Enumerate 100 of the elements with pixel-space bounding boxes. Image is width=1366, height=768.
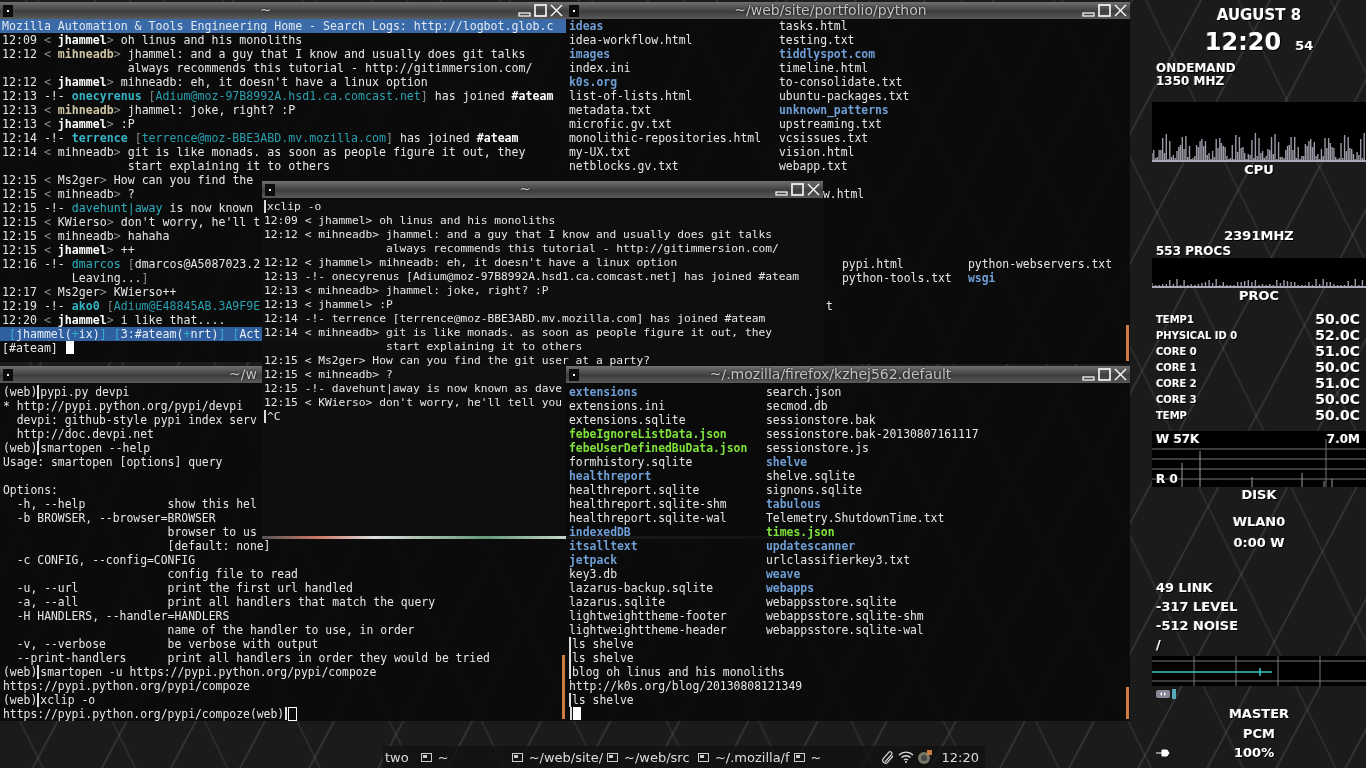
chat-line: 12:14 -!- terrence [terrence@moz-BBE3ABD.mv.mozilla.com] has joined #ateam xyxy=(2,131,519,145)
window-title: ~/w xyxy=(229,366,257,383)
terminal-line: -a, --all print all handlers that match the query xyxy=(15,595,436,609)
task-button[interactable]: ~ xyxy=(789,747,881,767)
file-name: extensions.sqlite xyxy=(569,413,686,427)
terminal-line: 12:15 < Ms2ger> How can you find the git user at a party? xyxy=(264,354,651,368)
maximize-button[interactable] xyxy=(534,4,547,17)
plug-icon xyxy=(1156,748,1170,757)
text-fragment: t xyxy=(826,299,833,313)
directory-name: jetpack xyxy=(569,553,617,567)
chat-line: 12:12 < mihneadb> jhammel: and a guy that I know and usually does git talks xyxy=(2,47,526,61)
window-title: ~/web/site/portfolio/python xyxy=(734,2,927,19)
terminal-line: 12:15 < KWierso> don't worry, he'll tell you xyxy=(264,396,562,410)
desktop-name: two xyxy=(384,749,410,765)
terminal-line: https://pypi.python.org/pypi/compoze xyxy=(3,679,250,693)
message-input[interactable]: [#ateam] xyxy=(2,341,74,355)
sensor-label: CORE 0 xyxy=(1156,345,1197,357)
directory-name: shelve xyxy=(766,455,808,469)
file-name: formhistory.sqlite xyxy=(569,455,693,469)
terminal-line: -c CONFIG, --config=CONFIG xyxy=(15,553,196,567)
disk-label: DISK xyxy=(1241,487,1277,502)
maximize-button[interactable] xyxy=(1098,368,1111,381)
terminal-line: http://doc.devpi.net xyxy=(15,427,154,441)
terminal-line: (web) xclip -o xyxy=(3,693,96,707)
scroll-indicator xyxy=(1126,687,1129,719)
terminal-line: 12:13 < mihneadb> jhammel: joke, right? :P xyxy=(264,284,549,298)
directory-name: unknown_patterns xyxy=(779,103,889,117)
file-name: index.ini xyxy=(569,61,631,75)
terminal-line: -b BROWSER, --browser=BROWSER xyxy=(15,511,216,525)
terminal-line: -H HANDLERS, --handler=HANDLERS xyxy=(15,609,230,623)
window-title: ~ xyxy=(519,181,531,198)
file-name: webappsstore.sqlite-wal xyxy=(766,623,924,637)
file-name: python-tools.txt xyxy=(842,271,952,285)
file-name: Telemetry.ShutdownTime.txt xyxy=(766,511,945,525)
maximize-button[interactable] xyxy=(791,183,804,196)
directory-name: ideas xyxy=(569,19,604,33)
file-name: vision.html xyxy=(779,145,855,159)
sensor-label: CORE 3 xyxy=(1156,393,1197,405)
chat-line: 12:14 < mihneadb> git is like monads. as soon as people figure it out, they xyxy=(2,145,526,159)
chat-line: 12:17 < Ms2ger> KWierso++ xyxy=(2,285,177,299)
window-title: ~/.mozilla/firefox/kzhej562.default xyxy=(709,366,952,383)
chat-line: 12:16 -!- dmarcos [dmarcos@A5087023.2 xyxy=(2,257,261,271)
terminal-line: 12:15 < mihneadb> ? xyxy=(264,368,393,382)
sensor-value: 50.0C xyxy=(1315,311,1360,327)
close-button[interactable] xyxy=(550,4,563,17)
cpu-label: CPU xyxy=(1244,162,1274,177)
file-name: healthreport.sqlite-wal xyxy=(569,511,727,525)
terminal-line: xclip -o xyxy=(264,200,322,214)
chat-line: 12:15 < jhammel> ++ xyxy=(2,243,135,257)
terminal-line: 12:09 < jhammel> oh linus and his monoliths xyxy=(264,214,556,228)
terminal-line: ^C xyxy=(264,410,281,424)
close-button[interactable] xyxy=(1114,4,1127,17)
terminal-line: -h, --help show this hel xyxy=(15,497,257,511)
window-icon xyxy=(607,752,619,762)
window-menu-button[interactable] xyxy=(569,4,579,17)
task-button[interactable]: ~ xyxy=(416,747,508,767)
file-name: search.json xyxy=(766,385,842,399)
window-menu-button[interactable] xyxy=(265,183,275,196)
file-name: webappsstore.sqlite xyxy=(766,595,897,609)
task-button[interactable]: ~/web/src xyxy=(603,747,694,767)
window-title: ~ xyxy=(259,2,272,19)
directory-name: wsgi xyxy=(968,271,996,285)
terminal-line: blog oh linus and his monoliths xyxy=(569,665,785,679)
terminal-line: 12:12 < mihneadb> jhammel: and a guy that I know and usually does git talks xyxy=(264,228,772,242)
file-name: python-webservers.txt xyxy=(968,257,1112,271)
sensor-value: 50.0C xyxy=(1315,391,1360,407)
file-name: signons.sqlite xyxy=(766,483,862,497)
file-name: extensions.ini xyxy=(569,399,665,413)
wlan-label: WLAN0 xyxy=(1232,514,1286,529)
close-button[interactable] xyxy=(1114,368,1127,381)
window-menu-button[interactable] xyxy=(3,368,13,381)
directory-name: itsalltext xyxy=(569,539,638,553)
terminal-line: * http://pypi.python.org/pypi/devpi xyxy=(3,399,244,413)
window-menu-button[interactable] xyxy=(3,4,13,17)
terminal-line: ls shelve xyxy=(569,637,634,651)
sensor-value: 50.0C xyxy=(1315,407,1360,423)
maximize-button[interactable] xyxy=(1098,4,1111,17)
terminal-line: 12:12 < jhammel> mihneadb: eh, it doesn't have a linux option xyxy=(264,256,678,270)
window-menu-button[interactable] xyxy=(569,368,579,381)
disk-write: W 57K xyxy=(1156,432,1200,446)
close-button[interactable] xyxy=(807,183,820,196)
sensor-value: 51.0C xyxy=(1315,343,1360,359)
file-name: secmod.db xyxy=(766,399,828,413)
file-name: urlclassifierkey3.txt xyxy=(766,553,910,567)
sensor-label: CORE 1 xyxy=(1156,361,1197,373)
terminal-line: 12:15 -!- davehunt|away is now known as dave xyxy=(264,382,562,396)
chat-line: Leaving...] xyxy=(70,271,149,285)
text-fragment: w.html xyxy=(823,187,865,201)
task-button[interactable]: ~/web/site/ xyxy=(507,747,604,767)
task-button[interactable]: ~/.mozilla/f xyxy=(693,747,790,767)
disk-peak: 7.0M xyxy=(1326,432,1360,446)
chat-line: always recommends this tutorial - http://gitimmersion.com/ xyxy=(126,61,533,75)
channel-topic: Mozilla Automation & Tools Engineering Home - Search Logs: http://logbot.glob.c xyxy=(0,19,566,33)
directory-name: tiddlyspot.com xyxy=(779,47,875,61)
scroll-indicator xyxy=(1126,325,1129,361)
proc-label: PROC xyxy=(1238,288,1280,303)
terminal-line: -u, --url print the first url handled xyxy=(15,581,353,595)
sensor-label: CORE 2 xyxy=(1156,377,1197,389)
terminal-line: 12:13 < jhammel> :P xyxy=(264,298,393,312)
file-name: webappsstore.sqlite-shm xyxy=(766,609,924,623)
